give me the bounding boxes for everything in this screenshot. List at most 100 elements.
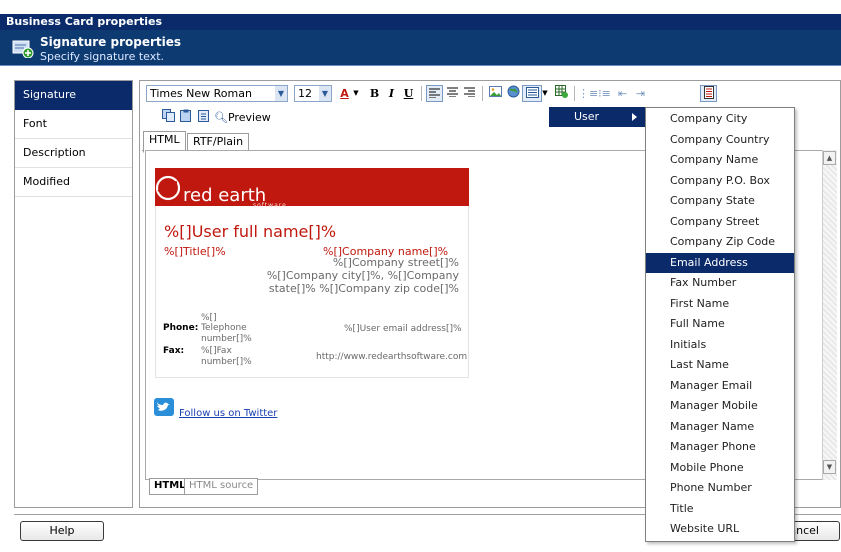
toolbar-divider <box>482 86 483 101</box>
menu-item-company-state[interactable]: Company State <box>646 191 794 212</box>
twitter-icon[interactable] <box>154 398 174 416</box>
toolbar-divider <box>574 86 575 101</box>
indent-button[interactable]: ⇥ <box>632 85 649 102</box>
menu-item-full-name[interactable]: Full Name <box>646 314 794 335</box>
brand-logo-text: red earth software <box>183 185 287 209</box>
numbered-list-button[interactable]: ⋮≡ <box>578 85 598 102</box>
menu-item-website-url[interactable]: Website URL <box>646 519 794 540</box>
card-phone-prefix: %[] <box>201 313 217 323</box>
brand-subtitle: software <box>253 202 287 209</box>
sidebar-item-modified[interactable]: Modified <box>15 168 132 197</box>
card-company-state: state[]% %[]Company zip code[]% <box>268 282 459 295</box>
menu-item-company-zip-code[interactable]: Company Zip Code <box>646 232 794 253</box>
user-fields-menu: Company City Company Country Company Nam… <box>645 107 795 542</box>
card-phone-value: Telephone <box>201 323 247 333</box>
magnifier-icon: 🔍︎ <box>214 111 228 124</box>
image-icon <box>489 86 502 97</box>
html-mode-button[interactable] <box>700 85 717 102</box>
menu-item-company-country[interactable]: Company Country <box>646 130 794 151</box>
chevron-down-icon: ▼ <box>275 86 287 101</box>
menu-item-fax-number[interactable]: Fax Number <box>646 273 794 294</box>
card-fax-value: %[]Fax <box>201 346 232 356</box>
font-size-select[interactable]: 12 ▼ <box>294 85 332 102</box>
menu-item-manager-mobile[interactable]: Manager Mobile <box>646 396 794 417</box>
window-title: Business Card properties <box>0 14 841 30</box>
scroll-up-button[interactable]: ▲ <box>823 151 836 165</box>
page-header: Signature properties Specify signature t… <box>0 30 841 66</box>
menu-item-phone-number[interactable]: Phone Number <box>646 478 794 499</box>
page-title: Signature properties <box>40 35 182 49</box>
card-email: %[]User email address[]% <box>344 324 462 334</box>
paste-text-icon <box>198 110 209 122</box>
insert-image-button[interactable] <box>487 85 504 102</box>
menu-item-user-label: User <box>574 110 600 123</box>
brand-logo-icon <box>155 175 181 201</box>
sidebar-item-description[interactable]: Description <box>15 139 132 168</box>
card-fax-label: Fax: <box>163 346 185 356</box>
align-left-button[interactable] <box>426 85 443 102</box>
align-left-icon <box>429 88 440 99</box>
insert-link-button[interactable] <box>505 85 522 102</box>
menu-item-company-street[interactable]: Company Street <box>646 212 794 233</box>
font-family-value: Times New Roman <box>150 87 252 100</box>
card-full-name: %[]User full name[]% <box>164 222 337 241</box>
chevron-down-icon: ▼ <box>319 86 331 101</box>
globe-icon <box>507 85 520 98</box>
copy-icon <box>162 109 175 122</box>
document-icon <box>703 86 714 99</box>
menu-item-title[interactable]: Title <box>646 499 794 520</box>
menu-item-last-name[interactable]: Last Name <box>646 355 794 376</box>
menu-item-user[interactable]: User <box>549 107 645 127</box>
card-phone-value-2: number[]% <box>201 334 252 344</box>
insert-table-button[interactable] <box>553 85 570 102</box>
align-right-icon <box>464 87 475 98</box>
tab-editor-source[interactable]: HTML source <box>184 478 259 495</box>
preview-button[interactable]: 🔍︎Preview <box>214 109 271 127</box>
card-title: %[]Title[]% <box>164 245 226 258</box>
outdent-button[interactable]: ⇤ <box>614 85 631 102</box>
scroll-down-button[interactable]: ▼ <box>823 460 836 474</box>
chevron-down-icon[interactable]: ▼ <box>352 85 360 102</box>
toolbar-divider <box>421 86 422 101</box>
bold-button[interactable]: B <box>366 85 383 102</box>
table-icon <box>555 85 568 98</box>
editor-scrollbar[interactable] <box>822 150 837 480</box>
help-button[interactable]: Help <box>20 521 104 541</box>
italic-button[interactable]: I <box>383 85 400 102</box>
menu-item-manager-phone[interactable]: Manager Phone <box>646 437 794 458</box>
bullet-list-button[interactable]: ⁝≡ <box>596 85 613 102</box>
copy-button[interactable] <box>160 109 177 126</box>
field-list-icon <box>525 87 539 98</box>
page-subtitle: Specify signature text. <box>40 50 165 63</box>
sidebar-item-font[interactable]: Font <box>15 110 132 139</box>
align-center-icon <box>447 87 458 98</box>
chevron-down-icon[interactable]: ▼ <box>541 85 549 102</box>
menu-item-mobile-phone[interactable]: Mobile Phone <box>646 458 794 479</box>
signature-card-icon <box>12 40 34 58</box>
font-color-button[interactable]: A <box>336 85 353 102</box>
paste-icon <box>180 109 191 122</box>
paste-text-button[interactable] <box>196 109 213 126</box>
menu-item-manager-email[interactable]: Manager Email <box>646 376 794 397</box>
menu-item-company-city[interactable]: Company City <box>646 109 794 130</box>
chevron-right-icon <box>632 113 637 121</box>
card-company-city: %[]Company city[]%, %[]Company <box>266 269 459 282</box>
menu-item-company-po-box[interactable]: Company P.O. Box <box>646 171 794 192</box>
menu-item-initials[interactable]: Initials <box>646 335 794 356</box>
insert-field-button[interactable] <box>522 85 542 102</box>
sidebar: Signature Font Description Modified <box>14 80 133 508</box>
underline-button[interactable]: U <box>400 85 417 102</box>
font-family-select[interactable]: Times New Roman ▼ <box>146 85 288 102</box>
twitter-link[interactable]: Follow us on Twitter <box>179 408 277 419</box>
menu-item-company-name[interactable]: Company Name <box>646 150 794 171</box>
menu-item-email-address[interactable]: Email Address <box>646 252 794 273</box>
menu-item-first-name[interactable]: First Name <box>646 294 794 315</box>
preview-label: Preview <box>227 111 271 124</box>
font-size-value: 12 <box>298 87 312 100</box>
align-center-button[interactable] <box>444 85 461 102</box>
card-fax-value-2: number[]% <box>201 357 252 367</box>
paste-button[interactable] <box>178 109 195 126</box>
align-right-button[interactable] <box>461 85 478 102</box>
menu-item-manager-name[interactable]: Manager Name <box>646 417 794 438</box>
sidebar-item-signature[interactable]: Signature <box>15 81 132 110</box>
